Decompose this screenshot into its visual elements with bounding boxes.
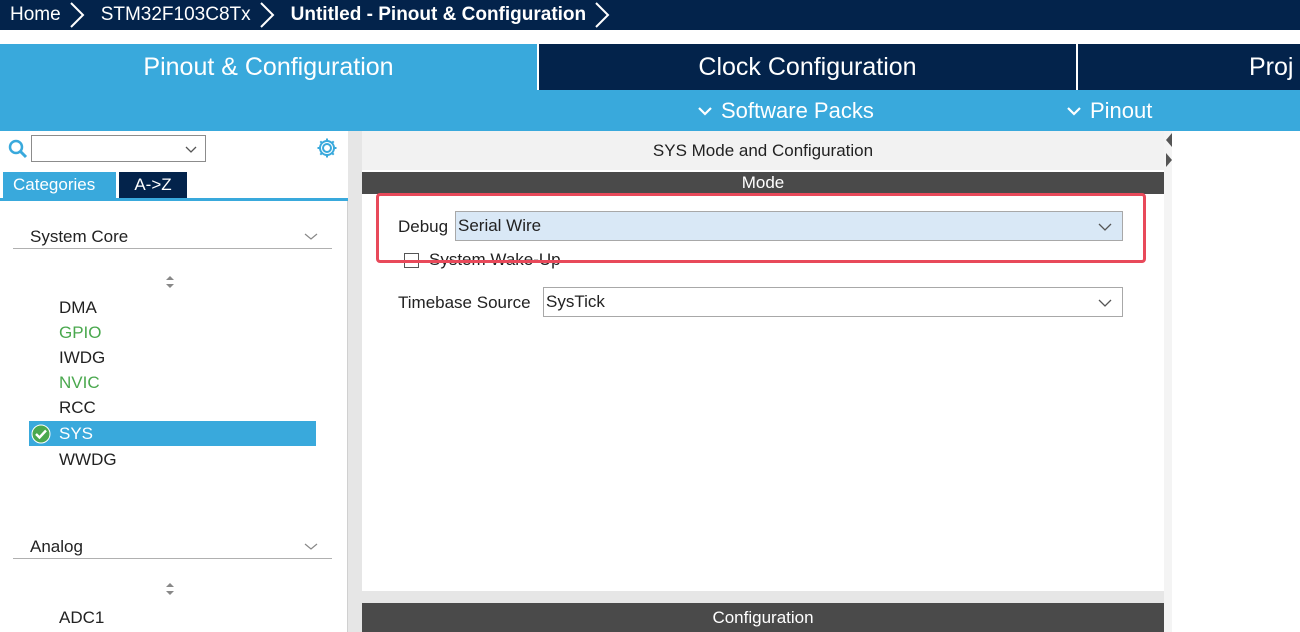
collapse-handle-icon[interactable] bbox=[1164, 131, 1172, 171]
tab-categories[interactable]: Categories bbox=[3, 172, 116, 198]
gear-icon[interactable] bbox=[316, 137, 338, 159]
list-item-iwdg[interactable]: IWDG bbox=[59, 345, 105, 370]
sub-toolbar: Software Packs Pinout bbox=[0, 90, 1300, 131]
main-tabs: Pinout & Configuration Clock Configurati… bbox=[0, 30, 1300, 90]
view-tabs: Categories A->Z bbox=[0, 172, 348, 201]
chevron-right-icon bbox=[69, 2, 85, 28]
sys-config-panel: SYS Mode and Configuration Mode Debug Se… bbox=[362, 131, 1164, 632]
timebase-source-label: Timebase Source bbox=[398, 293, 531, 312]
sort-icon[interactable] bbox=[165, 276, 175, 288]
system-wakeup-checkbox[interactable] bbox=[404, 253, 419, 268]
chevron-down-icon bbox=[304, 233, 318, 240]
chevron-right-icon bbox=[595, 2, 610, 28]
chevron-right-icon bbox=[259, 2, 275, 28]
splitter[interactable] bbox=[348, 131, 362, 632]
page-title: SYS Mode and Configuration bbox=[362, 131, 1164, 170]
tab-pinout-configuration[interactable]: Pinout & Configuration bbox=[0, 44, 537, 90]
list-item-wwdg[interactable]: WWDG bbox=[59, 447, 117, 472]
debug-value: Serial Wire bbox=[458, 216, 542, 235]
chevron-down-icon[interactable] bbox=[185, 144, 197, 154]
timebase-source-value: SysTick bbox=[546, 292, 605, 311]
configuration-header: Configuration bbox=[362, 603, 1164, 632]
search-input[interactable] bbox=[32, 136, 177, 161]
list-item-sys[interactable]: SYS bbox=[29, 421, 316, 446]
content-splitter[interactable] bbox=[362, 591, 1164, 603]
search-icon[interactable] bbox=[8, 139, 28, 159]
mode-header: Mode bbox=[362, 172, 1164, 194]
section-system-core[interactable]: System Core bbox=[13, 225, 332, 249]
breadcrumb-device[interactable]: STM32F103C8Tx bbox=[91, 0, 251, 30]
sort-icon[interactable] bbox=[165, 583, 175, 595]
timebase-source-select[interactable]: SysTick bbox=[543, 287, 1123, 317]
search-combo[interactable] bbox=[31, 135, 206, 162]
list-item-nvic[interactable]: NVIC bbox=[59, 370, 100, 395]
chevron-down-icon bbox=[1098, 299, 1112, 307]
list-item-gpio[interactable]: GPIO bbox=[59, 320, 102, 345]
pinout-view-area bbox=[1172, 131, 1300, 632]
tab-clock-configuration[interactable]: Clock Configuration bbox=[539, 44, 1076, 90]
software-packs-menu[interactable]: Software Packs bbox=[697, 90, 874, 131]
list-item-adc1[interactable]: ADC1 bbox=[59, 605, 104, 630]
check-circle-icon bbox=[31, 424, 51, 444]
breadcrumb: Home STM32F103C8Tx Untitled - Pinout & C… bbox=[0, 0, 1300, 30]
pinout-menu[interactable]: Pinout bbox=[1066, 90, 1152, 131]
list-item-dma[interactable]: DMA bbox=[59, 295, 97, 320]
list-item-rcc[interactable]: RCC bbox=[59, 395, 96, 420]
chevron-down-icon bbox=[698, 106, 712, 116]
section-label: System Core bbox=[30, 227, 129, 246]
right-splitter[interactable] bbox=[1164, 131, 1172, 632]
chevron-down-icon bbox=[1067, 106, 1081, 116]
system-wakeup-label: System Wake-Up bbox=[429, 250, 561, 269]
stm32cubemx-window: Home STM32F103C8Tx Untitled - Pinout & C… bbox=[0, 0, 1300, 632]
debug-label: Debug bbox=[398, 217, 449, 236]
section-analog[interactable]: Analog bbox=[13, 535, 332, 559]
section-label: Analog bbox=[30, 537, 83, 556]
chevron-down-icon bbox=[304, 543, 318, 550]
tab-a-to-z[interactable]: A->Z bbox=[119, 172, 187, 198]
chevron-down-icon bbox=[1098, 223, 1112, 231]
debug-select[interactable]: Serial Wire bbox=[455, 211, 1123, 241]
software-packs-label: Software Packs bbox=[721, 98, 874, 123]
pinout-label: Pinout bbox=[1090, 98, 1153, 123]
breadcrumb-home[interactable]: Home bbox=[0, 0, 61, 30]
list-item-label: SYS bbox=[59, 424, 94, 443]
breadcrumb-current[interactable]: Untitled - Pinout & Configuration bbox=[281, 0, 587, 30]
tab-project-manager[interactable]: Proj bbox=[1078, 44, 1300, 90]
categories-panel: Categories A->Z System Core DMA GPIO IWD… bbox=[0, 131, 348, 632]
